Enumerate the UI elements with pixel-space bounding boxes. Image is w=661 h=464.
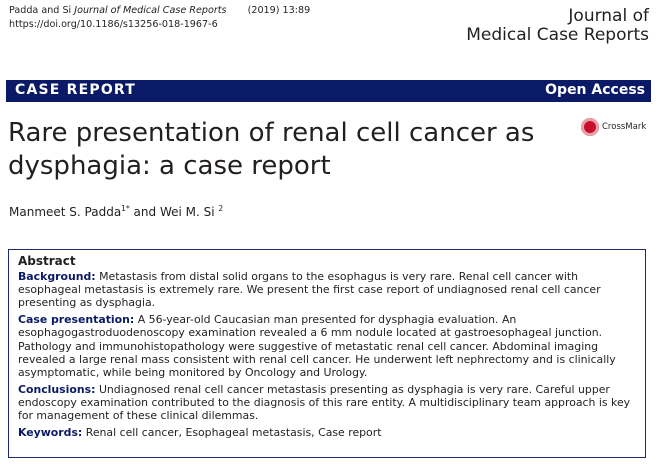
author-connector: and (133, 205, 157, 219)
citation-block: Padda and Si Journal of Medical Case Rep… (9, 4, 310, 32)
article-title-line1: Rare presentation of renal cell cancer a… (8, 118, 535, 148)
crossmark-badge[interactable]: CrossMark (581, 118, 655, 136)
crossmark-icon (581, 118, 599, 136)
citation-journal: Journal of Medical Case Reports (74, 5, 227, 16)
citation-authors: Padda and Si (9, 5, 72, 16)
case-presentation-label: Case presentation: (18, 313, 135, 327)
article-page: Padda and Si Journal of Medical Case Rep… (0, 0, 661, 464)
author-name[interactable]: Manmeet S. Padda (9, 205, 121, 219)
abstract-case-presentation: Case presentation: A 56-year-old Caucasi… (18, 313, 636, 379)
journal-name-line1: Journal of (568, 6, 649, 26)
keywords-label: Keywords: (18, 425, 83, 439)
author-name[interactable]: Wei M. Si (160, 205, 215, 219)
article-type-label: CASE REPORT (15, 82, 137, 98)
citation-year-volume: (2019) 13:89 (247, 5, 311, 16)
abstract-box: Abstract Background: Metastasis from dis… (8, 249, 646, 458)
abstract-heading: Abstract (18, 254, 76, 268)
author-list: Manmeet S. Padda1* and Wei M. Si 2 (9, 204, 223, 219)
article-title: Rare presentation of renal cell cancer a… (8, 117, 568, 183)
background-label: Background: (18, 270, 96, 283)
author-affiliation-mark: 1* (121, 204, 130, 213)
abstract-keywords: Keywords: Renal cell cancer, Esophageal … (18, 426, 636, 439)
citation-line: Padda and Si Journal of Medical Case Rep… (9, 4, 310, 18)
conclusions-text: Undiagnosed renal cell cancer metastasis… (18, 382, 631, 423)
article-title-line2: dysphagia: a case report (8, 151, 331, 181)
author-affiliation-mark: 2 (218, 204, 224, 213)
abstract-conclusions: Conclusions: Undiagnosed renal cell canc… (18, 383, 636, 423)
journal-logo: Journal of Medical Case Reports (466, 7, 649, 45)
crossmark-label: CrossMark (602, 122, 647, 132)
open-access-label: Open Access (545, 82, 645, 98)
article-type-banner: CASE REPORT Open Access (6, 80, 651, 102)
journal-name-line2: Medical Case Reports (466, 25, 649, 45)
conclusions-label: Conclusions: (18, 382, 96, 396)
doi-link[interactable]: https://doi.org/10.1186/s13256-018-1967-… (9, 18, 310, 32)
keywords-text: Renal cell cancer, Esophageal metastasis… (85, 425, 382, 439)
background-text: Metastasis from distal solid organs to t… (18, 270, 601, 310)
abstract-background: Background: Metastasis from distal solid… (18, 270, 636, 310)
